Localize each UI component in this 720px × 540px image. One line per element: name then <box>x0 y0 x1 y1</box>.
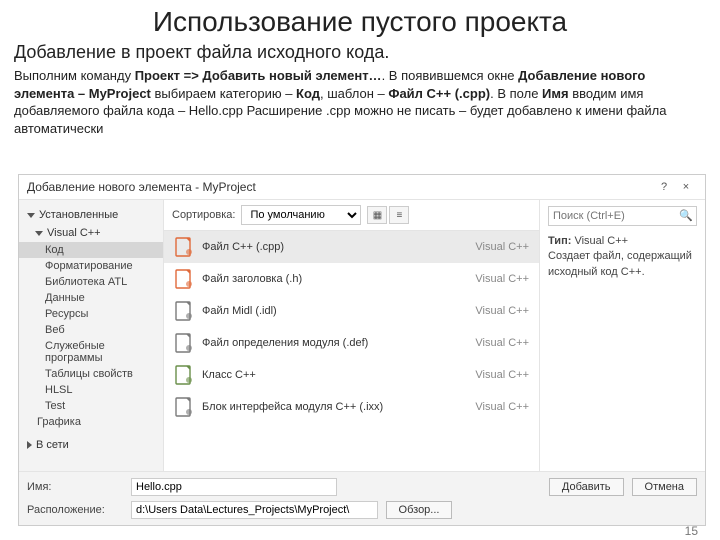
dialog-title: Добавление нового элемента - MyProject <box>27 180 653 194</box>
slide-title: Использование пустого проекта <box>0 0 720 40</box>
template-lang: Visual C++ <box>459 241 529 253</box>
graphics-node[interactable]: Графика <box>19 414 163 430</box>
file-icon <box>174 397 194 417</box>
sidebar-item[interactable]: Форматирование <box>19 258 163 274</box>
sidebar-item[interactable]: Служебные программы <box>19 338 163 366</box>
sidebar-item[interactable]: Таблицы свойств <box>19 366 163 382</box>
browse-button[interactable]: Обзор... <box>386 501 453 519</box>
chevron-down-icon <box>27 213 35 218</box>
template-lang: Visual C++ <box>459 305 529 317</box>
name-label: Имя: <box>27 481 123 493</box>
template-row[interactable]: Файл C++ (.cpp) Visual C++ <box>164 231 539 263</box>
file-icon <box>174 333 194 353</box>
template-list: Файл C++ (.cpp) Visual C++ Файл заголовк… <box>164 231 539 471</box>
file-icon <box>174 237 194 257</box>
template-name: Файл C++ (.cpp) <box>202 241 451 253</box>
sidebar-item[interactable]: Код <box>19 242 163 258</box>
cancel-button[interactable]: Отмена <box>632 478 697 496</box>
sidebar-item[interactable]: Веб <box>19 322 163 338</box>
view-list-icon[interactable]: ≡ <box>389 206 409 224</box>
template-row[interactable]: Файл Midl (.idl) Visual C++ <box>164 295 539 327</box>
template-row[interactable]: Файл определения модуля (.def) Visual C+… <box>164 327 539 359</box>
installed-node[interactable]: Установленные <box>19 206 163 224</box>
add-button[interactable]: Добавить <box>549 478 624 496</box>
online-node[interactable]: В сети <box>19 436 163 454</box>
template-name: Файл Midl (.idl) <box>202 305 451 317</box>
template-row[interactable]: Класс C++ Visual C++ <box>164 359 539 391</box>
file-icon <box>174 301 194 321</box>
template-row[interactable]: Блок интерфейса модуля C++ (.ixx) Visual… <box>164 391 539 423</box>
template-name: Класс C++ <box>202 369 451 381</box>
template-lang: Visual C++ <box>459 337 529 349</box>
template-lang: Visual C++ <box>459 273 529 285</box>
chevron-down-icon <box>35 231 43 236</box>
sidebar-item[interactable]: Библиотека ATL <box>19 274 163 290</box>
sidebar-item[interactable]: Данные <box>19 290 163 306</box>
close-button[interactable]: × <box>675 181 697 193</box>
template-row[interactable]: Файл заголовка (.h) Visual C++ <box>164 263 539 295</box>
template-name: Файл определения модуля (.def) <box>202 337 451 349</box>
file-icon <box>174 365 194 385</box>
slide-subtitle: Добавление в проект файла исходного кода… <box>0 40 720 65</box>
file-icon <box>174 269 194 289</box>
view-grid-icon[interactable]: ▦ <box>367 206 387 224</box>
help-button[interactable]: ? <box>653 181 675 193</box>
add-new-item-dialog: Добавление нового элемента - MyProject ?… <box>18 174 706 526</box>
page-number: 15 <box>685 524 698 538</box>
slide-body: Выполним команду Проект => Добавить новы… <box>0 65 720 141</box>
dialog-titlebar: Добавление нового элемента - MyProject ?… <box>19 175 705 200</box>
dialog-footer: Имя: Добавить Отмена Расположение: Обзор… <box>19 471 705 525</box>
type-label: Тип: <box>548 235 571 247</box>
template-name: Блок интерфейса модуля C++ (.ixx) <box>202 401 451 413</box>
category-sidebar: Установленные Visual C++ КодФорматирован… <box>19 200 164 471</box>
template-lang: Visual C++ <box>459 401 529 413</box>
detail-panel: 🔍 Тип: Visual C++ Создает файл, содержащ… <box>540 200 705 471</box>
sort-label: Сортировка: <box>172 209 235 221</box>
sidebar-item[interactable]: Ресурсы <box>19 306 163 322</box>
sidebar-item[interactable]: Test <box>19 398 163 414</box>
search-icon: 🔍 <box>679 209 693 222</box>
type-desc: Создает файл, содержащий исходный код C+… <box>548 250 692 277</box>
sort-select[interactable]: По умолчанию <box>241 205 361 225</box>
sort-bar: Сортировка: По умолчанию ▦ ≡ <box>164 200 539 231</box>
template-lang: Visual C++ <box>459 369 529 381</box>
location-input[interactable] <box>131 501 378 519</box>
template-center: Сортировка: По умолчанию ▦ ≡ Файл C++ (.… <box>164 200 540 471</box>
visual-cpp-node[interactable]: Visual C++ <box>19 224 163 242</box>
type-value: Visual C++ <box>574 235 628 247</box>
name-input[interactable] <box>131 478 337 496</box>
sidebar-item[interactable]: HLSL <box>19 382 163 398</box>
location-label: Расположение: <box>27 504 123 516</box>
search-input[interactable] <box>548 206 697 226</box>
template-name: Файл заголовка (.h) <box>202 273 451 285</box>
chevron-right-icon <box>27 441 32 449</box>
